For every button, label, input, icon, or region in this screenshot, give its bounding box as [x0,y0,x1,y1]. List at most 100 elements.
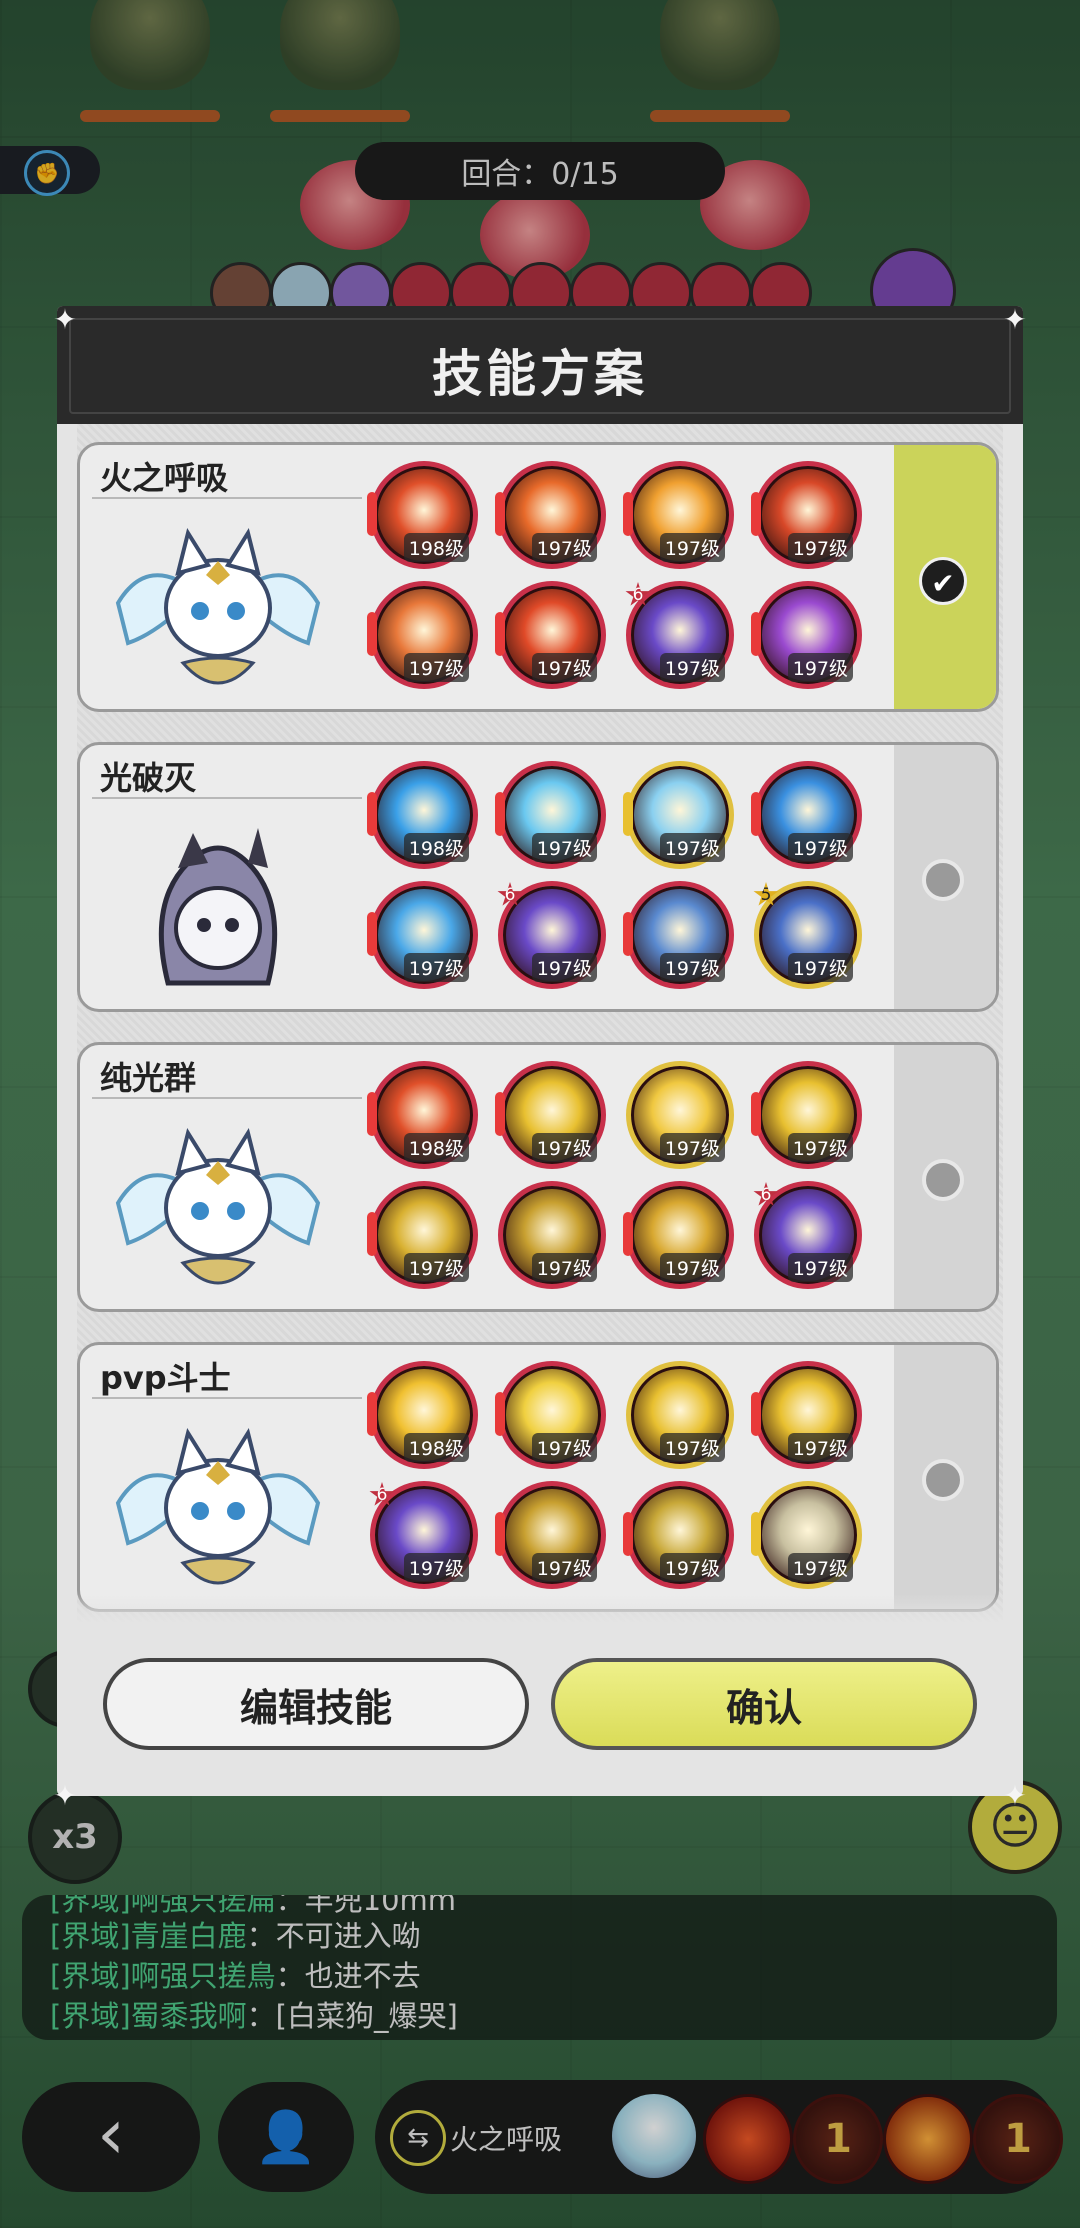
skill-icon[interactable]: 197级 [751,581,862,689]
skill-icon[interactable]: 197级 [751,1481,862,1589]
skill-level: 197级 [787,533,853,562]
skill-level: 197级 [787,1133,853,1162]
skill-icon[interactable]: 197级 [626,1361,734,1469]
skill-icon[interactable]: 197级 [623,1481,734,1589]
skill-level: 197级 [787,953,853,982]
skill-level: 197级 [531,653,597,682]
corner-star-icon: ✦ [53,303,77,336]
star-rank-icon [751,1392,761,1436]
skill-level: 197级 [787,1253,853,1282]
star-rank-icon [751,1512,761,1556]
skill-icon[interactable]: 197级 [751,761,862,869]
chevron-left-icon[interactable]: ‹ [22,2082,200,2192]
skill-level: 197级 [787,833,853,862]
skill-icon[interactable]: 197级 [751,1061,862,1169]
scheme-select-column[interactable] [894,745,996,1009]
skill-level: 197级 [531,1253,597,1282]
skill-level: 198级 [403,533,469,562]
scheme-select-column[interactable] [894,1345,996,1609]
skill-icon[interactable]: 197级 [495,761,606,869]
skill-icon[interactable]: 197级 [495,461,606,569]
person-wrench-icon[interactable]: 👤 [218,2082,354,2192]
skill-icon[interactable]: 197级 [623,881,734,989]
skill-icon[interactable]: 6 197级 [625,581,734,689]
star-rank-icon [751,1092,761,1136]
skill-icon[interactable]: 197级 [626,1061,734,1169]
star-badge-icon: 6 [369,1482,395,1506]
scheme-card[interactable]: 纯光群 198级 197级 197级 197级 197级 197级 197级 6 197级 [77,1042,999,1312]
radio-button[interactable] [922,1459,964,1501]
skill-level: 197级 [659,1253,725,1282]
skill-icon[interactable]: 197级 [367,581,478,689]
star-rank-icon [751,612,761,656]
scheme-list[interactable]: 火之呼吸 198级 197级 197级 197级 197级 197级 6 197级 197级 ✔ 光破… [77,424,1003,1624]
swap-icon[interactable]: ⇆ [390,2110,446,2166]
corner-star-icon: ✦ [1003,1779,1027,1812]
skill-icon[interactable]: 6 197级 [753,1181,862,1289]
scheme-card[interactable]: pvp斗士 198级 197级 197级 197级 6 197级 197级 197级 197级 [77,1342,999,1612]
plant-base [80,110,220,122]
skill-grid: 198级 197级 197级 197级 197级 197级 197级 6 197级 [367,1061,870,1309]
skill-icon[interactable]: 198级 [367,461,478,569]
scheme-card[interactable]: 火之呼吸 198级 197级 197级 197级 197级 197级 6 197级 197级 ✔ [77,442,999,712]
star-badge-icon: 6 [753,1182,779,1206]
chat-panel[interactable]: [界域]啊强只搓扁：丰兜10mm [界域]青崖白鹿：不可进入呦 [界域]啊强只搓… [22,1895,1057,2040]
skill-icon[interactable]: 198级 [367,1361,478,1469]
pet-mini-avatar[interactable] [612,2094,696,2178]
skill-icon[interactable]: 197级 [623,761,734,869]
skill-icon[interactable]: 197级 [495,1061,606,1169]
chat-line: [界域]青崖白鹿：不可进入呦 [50,1919,421,1953]
check-icon[interactable]: ✔ [919,557,967,605]
skill-icon[interactable]: 197级 [751,461,862,569]
skill-mini-slot[interactable]: 1 [793,2094,883,2184]
scheme-select-column[interactable] [894,1045,996,1309]
skill-icon[interactable]: 198级 [367,1061,478,1169]
skill-grid: 198级 197级 197级 197级 6 197级 197级 197级 197级 [367,1361,870,1609]
scheme-card[interactable]: 光破灭 198级 197级 197级 197级 197级 6 197级 197级 5 197级 [77,742,999,1012]
dialog-title: 技能方案 [432,345,648,403]
scheme-name: 纯光群 [100,1059,197,1097]
current-scheme-name: 火之呼吸 [450,2123,563,2156]
skill-mini-slot[interactable]: 1 [973,2094,1063,2184]
skill-icon[interactable]: 197级 [367,881,478,989]
skill-icon[interactable]: 197级 [751,1361,862,1469]
skill-icon[interactable]: 197级 [623,1181,734,1289]
star-rank-icon [623,792,633,836]
skill-mini-slot[interactable] [703,2094,793,2184]
radio-button[interactable] [922,1159,964,1201]
star-rank-icon [623,1212,633,1256]
skill-level: 197级 [659,653,725,682]
skill-level: 198级 [403,833,469,862]
skill-icon[interactable]: 197级 [495,1361,606,1469]
scheme-select-column[interactable]: ✔ [894,445,996,709]
skill-level: 197级 [659,953,725,982]
corner-star-icon: ✦ [53,1779,77,1812]
skill-icon[interactable]: 197级 [495,1481,606,1589]
white-winged-cat-avatar [115,1127,321,1285]
left-badge[interactable]: ✊ [0,146,100,196]
confirm-button[interactable]: 确认 [551,1658,977,1750]
skill-level: 197级 [403,1553,469,1582]
plant-base [270,110,410,122]
skill-icon[interactable]: 6 197级 [369,1481,478,1589]
skill-level: 197级 [531,1133,597,1162]
chat-line: [界域]蜀黍我啊：[白菜狗_爆哭] [50,1999,458,2033]
skill-level: 197级 [531,833,597,862]
skill-icon[interactable]: 5 197级 [753,881,862,989]
star-rank-icon [495,1092,505,1136]
skill-icon[interactable]: 197级 [367,1181,478,1289]
radio-button[interactable] [922,859,964,901]
star-rank-icon [623,492,633,536]
skill-grid: 198级 197级 197级 197级 197级 197级 6 197级 197级 [367,461,870,709]
chat-line: [界域]啊强只搓鳥：也进不去 [50,1959,421,1993]
star-rank-icon [623,912,633,956]
skill-icon[interactable]: 197级 [623,461,734,569]
skill-icon[interactable]: 197级 [498,1181,606,1289]
skill-icon[interactable]: 6 197级 [497,881,606,989]
skill-mini-slot[interactable] [883,2094,973,2184]
skill-level: 197级 [531,953,597,982]
skill-icon[interactable]: 198级 [367,761,478,869]
skill-icon[interactable]: 197级 [495,581,606,689]
edit-skills-button[interactable]: 编辑技能 [103,1658,529,1750]
plant-enemy [280,0,400,90]
